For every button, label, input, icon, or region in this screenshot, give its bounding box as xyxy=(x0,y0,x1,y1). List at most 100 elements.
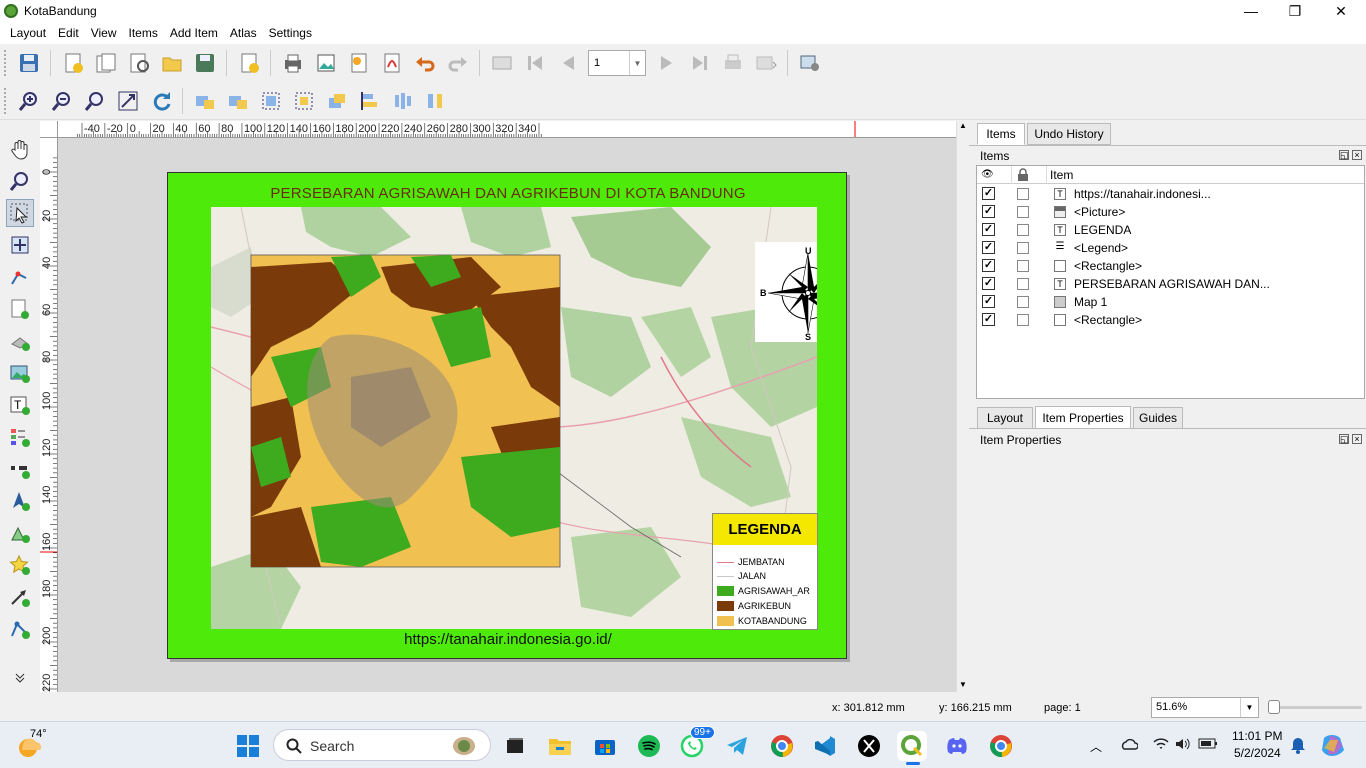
tree-row-rectangle[interactable]: ✓ <Rectangle> xyxy=(977,311,1364,329)
group-items-button[interactable] xyxy=(257,87,285,115)
move-content-tool[interactable] xyxy=(6,231,34,259)
weather-widget[interactable]: 74° xyxy=(16,728,47,758)
start-button[interactable] xyxy=(233,731,263,761)
tab-undo-history[interactable]: Undo History xyxy=(1027,123,1111,145)
battery-icon[interactable] xyxy=(1198,737,1218,751)
add-3d-map-tool[interactable] xyxy=(6,327,34,355)
align-items-button[interactable] xyxy=(356,87,384,115)
visibility-eye-icon[interactable]: 👁 xyxy=(981,169,994,180)
vscode-button[interactable] xyxy=(810,731,840,761)
duplicate-layout-button[interactable] xyxy=(92,49,120,77)
save-template-button[interactable] xyxy=(191,49,219,77)
telegram-button[interactable] xyxy=(722,731,752,761)
task-view-button[interactable] xyxy=(500,731,530,761)
zoom-full-button[interactable] xyxy=(114,87,142,115)
show-hidden-icons-chevron-icon[interactable]: ︿ xyxy=(1090,738,1102,755)
add-shape-tool[interactable] xyxy=(6,519,34,547)
save-layout-button[interactable] xyxy=(15,49,43,77)
resize-items-button[interactable] xyxy=(422,87,450,115)
clock-time[interactable]: 11:01 PM xyxy=(1232,729,1282,743)
taskbar-search-box[interactable]: Search xyxy=(273,729,491,761)
lock-items-button[interactable] xyxy=(191,87,219,115)
more-tools-chevron-icon[interactable] xyxy=(6,671,34,685)
maximize-button[interactable]: ❐ xyxy=(1272,0,1318,22)
chevron-down-icon[interactable]: ▼ xyxy=(1240,698,1258,717)
select-move-tool[interactable] xyxy=(6,199,34,227)
close-button[interactable]: ✕ xyxy=(1318,0,1364,22)
visibility-checkbox[interactable]: ✓ xyxy=(982,277,995,290)
last-feature-button[interactable] xyxy=(686,49,714,77)
atlas-page-input[interactable]: 1 ▼ xyxy=(588,50,646,76)
undo-button[interactable] xyxy=(411,49,439,77)
add-legend-tool[interactable] xyxy=(6,423,34,451)
layout-page[interactable]: PERSEBARAN AGRISAWAH DAN AGRIKEBUN DI KO… xyxy=(167,172,847,659)
add-arrow-tool[interactable] xyxy=(6,583,34,611)
visibility-checkbox[interactable]: ✓ xyxy=(982,313,995,326)
refresh-button[interactable] xyxy=(147,87,175,115)
clock-date[interactable]: 5/2/2024 xyxy=(1234,746,1281,760)
tree-row-legenda-label[interactable]: ✓ T LEGENDA xyxy=(977,221,1364,239)
raise-items-button[interactable] xyxy=(323,87,351,115)
export-image-button[interactable] xyxy=(312,49,340,77)
add-nodes-tool[interactable] xyxy=(6,615,34,643)
discord-button[interactable] xyxy=(942,731,972,761)
lock-checkbox[interactable] xyxy=(1017,242,1029,254)
menu-view[interactable]: View xyxy=(85,26,123,40)
legend-box[interactable]: LEGENDA JEMBATAN JALAN AGRISAWAH_AR AGRI… xyxy=(712,513,818,630)
spotify-button[interactable] xyxy=(634,731,664,761)
float-icon[interactable]: ◱ xyxy=(1339,150,1349,160)
add-north-arrow-tool[interactable] xyxy=(6,487,34,515)
lock-checkbox[interactable] xyxy=(1017,206,1029,218)
canvas-vertical-scrollbar[interactable]: ▲ ▼ xyxy=(956,121,969,692)
unlock-items-button[interactable] xyxy=(224,87,252,115)
tab-item-properties[interactable]: Item Properties xyxy=(1035,406,1131,429)
atlas-settings-button[interactable] xyxy=(796,49,824,77)
next-feature-button[interactable] xyxy=(653,49,681,77)
tree-row-picture[interactable]: ✓ <Picture> xyxy=(977,203,1364,221)
file-explorer-button[interactable] xyxy=(545,731,575,761)
map-title-label[interactable]: PERSEBARAN AGRISAWAH DAN AGRIKEBUN DI KO… xyxy=(168,185,848,202)
x-twitter-button[interactable] xyxy=(854,731,884,761)
export-svg-button[interactable] xyxy=(345,49,373,77)
chrome-button[interactable] xyxy=(767,731,797,761)
menu-edit[interactable]: Edit xyxy=(52,26,85,40)
export-atlas-button[interactable] xyxy=(752,49,780,77)
qgis-taskbar-button[interactable] xyxy=(897,731,927,765)
edit-nodes-tool[interactable] xyxy=(6,263,34,291)
tab-items[interactable]: Items xyxy=(977,123,1025,145)
add-map-tool[interactable] xyxy=(6,295,34,323)
add-label-tool[interactable]: T xyxy=(6,391,34,419)
add-scalebar-tool[interactable] xyxy=(6,455,34,483)
export-pdf-button[interactable] xyxy=(378,49,406,77)
lock-checkbox[interactable] xyxy=(1017,314,1029,326)
distribute-items-button[interactable] xyxy=(389,87,417,115)
lock-checkbox[interactable] xyxy=(1017,188,1029,200)
zoom-out-button[interactable] xyxy=(48,87,76,115)
redo-button[interactable] xyxy=(444,49,472,77)
minimize-button[interactable]: — xyxy=(1228,0,1274,22)
tree-row-legend[interactable]: ✓ ☰ <Legend> xyxy=(977,239,1364,257)
wifi-icon[interactable] xyxy=(1152,736,1170,752)
tree-row-title[interactable]: ✓ T PERSEBARAN AGRISAWAH DAN... xyxy=(977,275,1364,293)
chrome-profile-button[interactable] xyxy=(986,731,1016,761)
print-atlas-button[interactable] xyxy=(719,49,747,77)
add-picture-tool[interactable] xyxy=(6,359,34,387)
zoom-select[interactable]: 51.6% ▼ xyxy=(1151,697,1259,718)
visibility-checkbox[interactable]: ✓ xyxy=(982,223,995,236)
zoom-100-button[interactable] xyxy=(81,87,109,115)
tree-row-map[interactable]: ✓ Map 1 xyxy=(977,293,1364,311)
lock-checkbox[interactable] xyxy=(1017,296,1029,308)
tree-row-source-url[interactable]: ✓ Thttps://tanahair.indonesi... xyxy=(977,185,1364,203)
zoom-slider[interactable] xyxy=(1268,706,1362,709)
menu-layout[interactable]: Layout xyxy=(4,26,52,40)
north-arrow-picture[interactable]: U S T B xyxy=(755,242,817,342)
zoom-tool[interactable] xyxy=(6,167,34,195)
lock-header-icon[interactable] xyxy=(1017,168,1029,182)
first-feature-button[interactable] xyxy=(521,49,549,77)
pan-tool[interactable] xyxy=(6,135,34,163)
whatsapp-button[interactable]: 99+ xyxy=(678,726,715,761)
visibility-checkbox[interactable]: ✓ xyxy=(982,259,995,272)
previous-feature-button[interactable] xyxy=(554,49,582,77)
add-marker-tool[interactable] xyxy=(6,551,34,579)
close-icon[interactable]: × xyxy=(1352,434,1362,444)
